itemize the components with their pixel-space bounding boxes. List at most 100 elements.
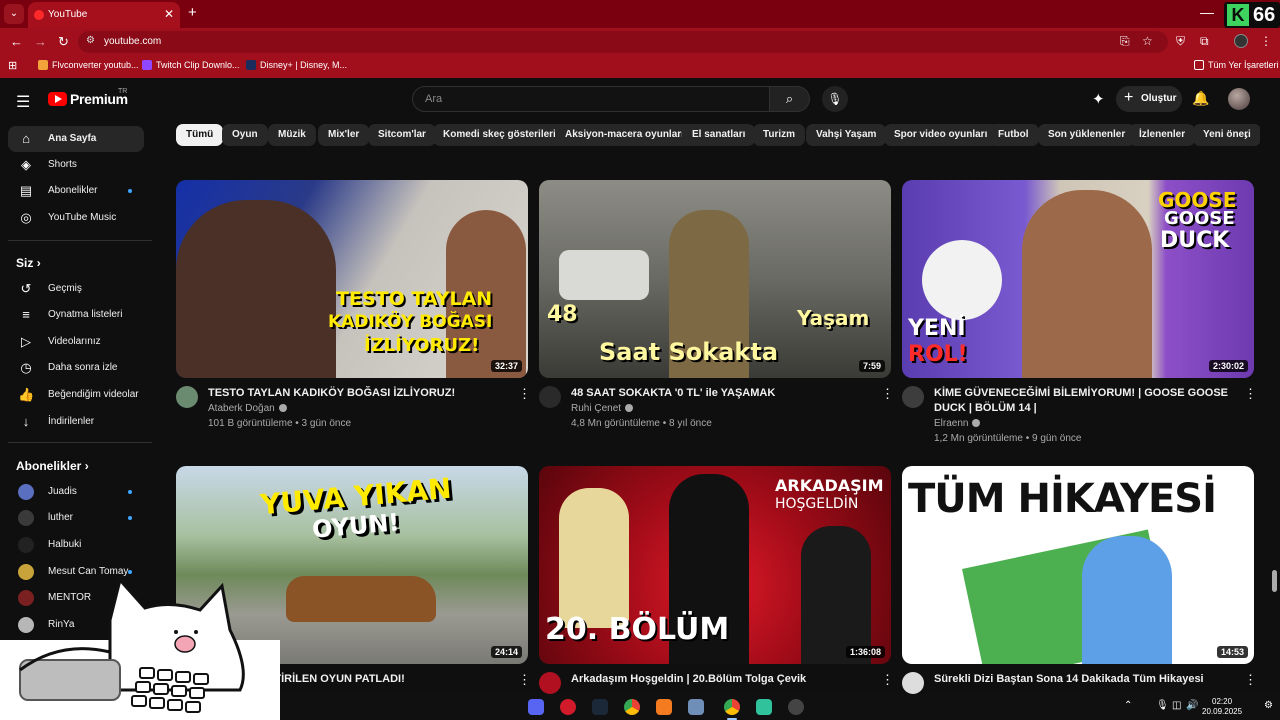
back-icon[interactable]: ← [10,34,23,49]
voice-search-button[interactable]: 🎙 [822,86,848,112]
video-card[interactable]: 48 Yaşam Saat Sokakta 7:59 48 SAAT SOKAK… [539,180,894,450]
sidebar-item-shorts[interactable]: ◈ Shorts [8,152,144,178]
chip-mixes[interactable]: Mix'ler [318,124,370,146]
microphone-tray-icon[interactable]: 🎙 [1156,700,1169,711]
url-field[interactable]: ⚙ youtube.com [78,31,1168,53]
browser-profile-avatar[interactable] [1234,34,1248,48]
sidebar-sub-juadis[interactable]: Juadis [8,479,144,505]
sidebar-item-youtube-music[interactable]: ◎ YouTube Music [8,205,144,231]
sidebar-sub-halbuki[interactable]: Halbuki [8,532,144,558]
video-card[interactable]: TESTO TAYLAN KADIKÖY BOĞASI İZLİYORUZ! 3… [176,180,531,450]
sidebar-item-liked-videos[interactable]: 👍 Beğendiğim videolar [8,382,144,408]
video-title[interactable]: 48 SAAT SOKAKTA '0 TL' ile YAŞAMAK [571,386,871,401]
tray-expand-icon[interactable]: ⌃ [1124,700,1132,711]
video-thumbnail[interactable]: TESTO TAYLAN KADIKÖY BOĞASI İZLİYORUZ! 3… [176,180,528,378]
video-thumbnail[interactable]: GOOSE GOOSE DUCK YENİ ROL! 2:30:02 [902,180,1254,378]
video-title[interactable]: Sürekli Dizi Baştan Sona 14 Dakikada Tüm… [934,672,1234,687]
channel-avatar[interactable] [176,386,198,408]
extensions-icon[interactable]: ⧉ [1200,34,1209,49]
sidebar-item-subscriptions[interactable]: ▤ Abonelikler [8,178,144,204]
apps-grid-icon[interactable]: ⊞ [8,59,17,72]
reload-icon[interactable]: ↻ [58,34,69,50]
channel-avatar[interactable] [539,672,561,694]
sidebar-item-home[interactable]: ⌂ Ana Sayfa [8,126,144,152]
all-bookmarks[interactable]: Tüm Yer İşaretleri [1194,60,1279,70]
sidebar-sub-luther[interactable]: luther [8,505,144,531]
chip-music[interactable]: Müzik [268,124,316,146]
sidebar-subscriptions-header[interactable]: Abonelikler › [16,459,89,473]
chip-all[interactable]: Tümü [176,124,224,146]
notifications-bell-icon[interactable]: 🔔 [1192,90,1209,107]
video-title[interactable]: Arkadaşım Hoşgeldin | 20.Bölüm Tolga Çev… [571,672,871,687]
chip-football[interactable]: Futbol [988,124,1039,146]
chip-tourism[interactable]: Turizm [753,124,806,146]
youtube-logo-icon[interactable] [48,92,67,106]
video-thumbnail[interactable]: TÜM HİKAYESİ 14:53 [902,466,1254,664]
launcher-icon[interactable] [656,699,672,715]
chat-app-icon[interactable] [756,699,772,715]
video-card[interactable]: GOOSE GOOSE DUCK YENİ ROL! 2:30:02 KİME … [902,180,1257,450]
account-avatar[interactable] [1228,88,1250,110]
settings-gear-icon[interactable]: ⚙ [1264,700,1273,711]
new-tab-icon[interactable]: + [188,4,197,21]
bookmark-star-icon[interactable]: ☆ [1142,34,1153,48]
sidebar-item-watch-later[interactable]: ◷ Daha sonra izle [8,355,144,381]
chip-sitcoms[interactable]: Sitcom'lar [368,124,436,146]
video-title[interactable]: KİME GÜVENECEĞİMİ BİLEMİYORUM! | GOOSE G… [934,386,1234,416]
close-tab-icon[interactable]: ✕ [164,7,174,21]
sidebar-item-your-videos[interactable]: ▷ Videolarınız [8,329,144,355]
sidebar-you-header[interactable]: Siz › [16,256,41,270]
bookmark-twitch-clip[interactable]: Twitch Clip Downlo... [142,60,240,70]
video-card[interactable]: TÜM HİKAYESİ 14:53 Sürekli Dizi Baştan S… [902,466,1257,694]
minimize-icon[interactable]: — [1200,4,1214,20]
video-card[interactable]: ARKADAŞIM HOŞGELDİN 20. BÖLÜM 1:36:08 Ar… [539,466,894,694]
chip-action-adventure[interactable]: Aksiyon-macera oyunları [555,124,694,146]
chip-watched[interactable]: İzlenenler [1129,124,1196,146]
more-options-icon[interactable]: ⋮ [1244,672,1257,688]
bookmark-disney[interactable]: Disney+ | Disney, M... [246,60,347,70]
search-button[interactable]: ⌕ [770,86,810,112]
install-app-icon[interactable]: ⎘ [1120,34,1130,49]
taskbar-clock[interactable]: 02:20 20.09.2025 [1202,697,1242,717]
forward-icon[interactable]: → [34,34,47,49]
chip-wildlife[interactable]: Vahşi Yaşam [806,124,887,146]
channel-name[interactable]: Elraenn [934,418,981,429]
menu-hamburger-icon[interactable]: ☰ [16,92,30,112]
video-thumbnail[interactable]: 48 Yaşam Saat Sokakta 7:59 [539,180,891,378]
channel-avatar[interactable] [902,386,924,408]
chip-new-to-you[interactable]: Yeni öneri [1193,124,1260,146]
sidebar-item-playlists[interactable]: ≡ Oynatma listeleri [8,302,144,328]
steam-icon[interactable] [592,699,608,715]
create-button[interactable]: + Oluştur [1116,86,1182,112]
chrome-icon[interactable] [624,699,640,715]
channel-name[interactable]: Ruhi Çenet [571,403,634,414]
premium-sparkle-icon[interactable]: ✦ [1092,90,1105,108]
media-player-icon[interactable] [560,699,576,715]
chrome-active-icon[interactable] [724,699,740,715]
sidebar-item-downloads[interactable]: ↓ İndirilenler [8,409,144,435]
more-options-icon[interactable]: ⋮ [518,386,531,402]
video-thumbnail[interactable]: ARKADAŞIM HOŞGELDİN 20. BÖLÜM 1:36:08 [539,466,891,664]
page-scrollbar-thumb[interactable] [1272,570,1277,592]
obs-icon[interactable] [788,699,804,715]
discord-icon[interactable] [528,699,544,715]
more-options-icon[interactable]: ⋮ [518,672,531,688]
more-options-icon[interactable]: ⋮ [1244,386,1257,402]
chip-sports-games[interactable]: Spor video oyunları [884,124,998,146]
network-icon[interactable]: ◫ [1172,700,1181,711]
browser-menu-icon[interactable]: ⋮ [1260,34,1272,48]
sidebar-item-history[interactable]: ↺ Geçmiş [8,276,144,302]
chip-sketch[interactable]: Komedi skeç gösterileri [433,124,566,146]
channel-avatar[interactable] [539,386,561,408]
chip-recently-uploaded[interactable]: Son yüklenenler [1038,124,1136,146]
search-input[interactable]: Ara [412,86,770,112]
more-options-icon[interactable]: ⋮ [881,386,894,402]
volume-icon[interactable]: 🔊 [1186,700,1198,711]
bookmark-flvconverter[interactable]: Flvconverter youtub... [38,60,139,70]
chips-next-chevron-icon[interactable]: › [1244,129,1248,143]
game-app-icon[interactable] [688,699,704,715]
channel-name[interactable]: Ataberk Doğan [208,403,287,414]
chip-crafts[interactable]: El sanatları [682,124,756,146]
browser-tab-youtube[interactable]: YouTube ✕ [28,2,180,28]
channel-avatar[interactable] [902,672,924,694]
